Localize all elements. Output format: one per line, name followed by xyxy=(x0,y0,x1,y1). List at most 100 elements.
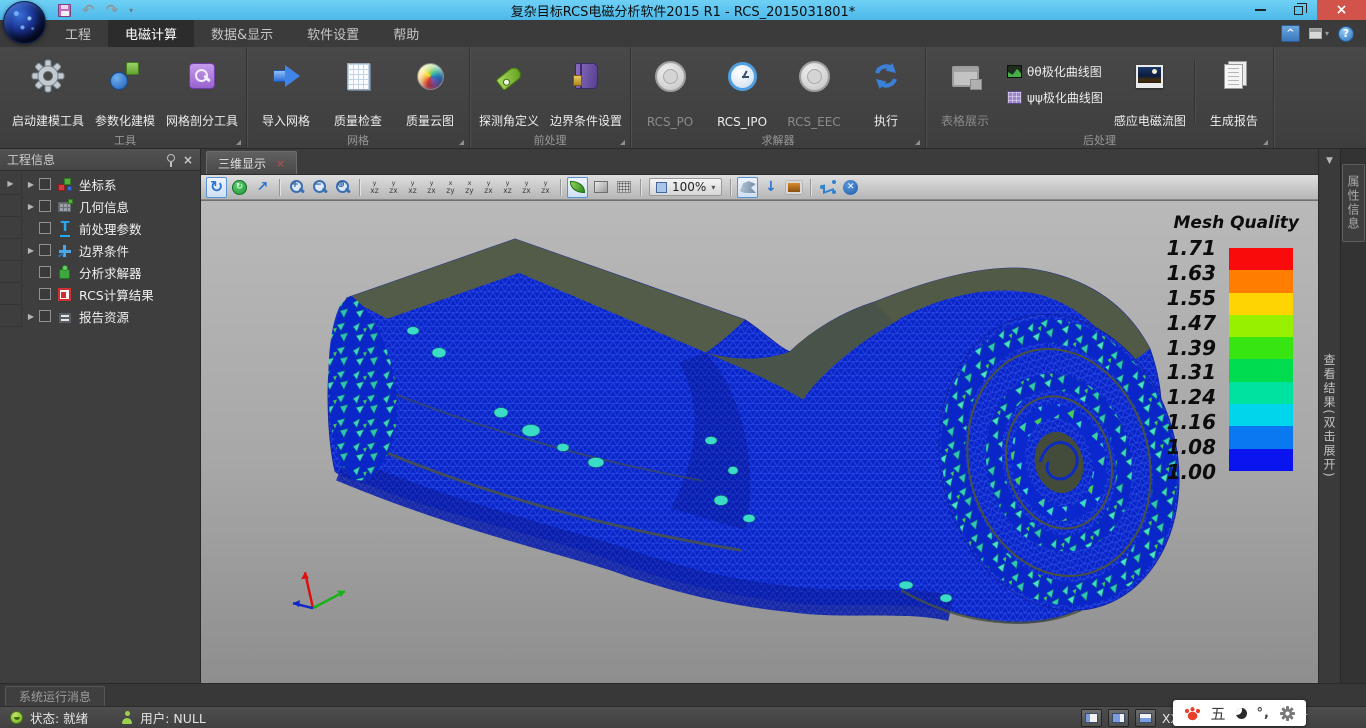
view-preset-button-4[interactable]: yzx xyxy=(423,178,440,197)
ime-mode-label[interactable]: 五 xyxy=(1211,703,1226,724)
tree-item-boundary-conditions[interactable]: ▶ 边界条件 xyxy=(0,239,200,261)
property-info-tab[interactable]: 属性信息 xyxy=(1342,164,1365,242)
boundary-condition-button[interactable]: 边界条件设置 xyxy=(545,52,627,131)
tree-checkbox[interactable] xyxy=(39,200,51,212)
execute-button[interactable]: 执行 xyxy=(850,52,922,131)
view-preset-button-2[interactable]: yzx xyxy=(385,178,402,197)
zoom-out-button[interactable]: − xyxy=(309,177,330,198)
tab-close-icon[interactable]: × xyxy=(276,157,285,170)
tree-item-analysis-solver[interactable]: 分析求解器 xyxy=(0,261,200,283)
dialog-launcher-icon[interactable] xyxy=(236,140,241,145)
zoom-level-select[interactable]: 100% ▾ xyxy=(649,178,722,196)
import-mesh-button[interactable]: 导入网格 xyxy=(250,52,322,131)
quick-access-dropdown-icon[interactable]: ▾ xyxy=(129,6,133,15)
gear-icon xyxy=(31,55,65,97)
clip-view-button[interactable] xyxy=(737,177,758,198)
help-button[interactable]: ? xyxy=(1338,26,1354,42)
layout-bottom-panel-button[interactable] xyxy=(1135,709,1156,727)
smooth-shading-button[interactable] xyxy=(567,177,588,198)
probe-angle-button[interactable]: 探测角定义 xyxy=(473,52,545,131)
minimize-button[interactable] xyxy=(1241,0,1279,20)
view-preset-button-5[interactable]: xzy xyxy=(442,178,459,197)
expander-icon[interactable]: ▶ xyxy=(24,312,38,321)
tree-checkbox[interactable] xyxy=(39,222,51,234)
induced-current-map-button[interactable]: 感应电磁流图 xyxy=(1109,52,1191,131)
dialog-launcher-icon[interactable] xyxy=(1263,140,1268,145)
dialog-launcher-icon[interactable] xyxy=(459,140,464,145)
pin-icon[interactable] xyxy=(167,154,175,162)
parametric-modeling-button[interactable]: 参数化建模 xyxy=(89,52,161,131)
export-down-button[interactable]: ↓ xyxy=(760,177,781,198)
tree-item-rcs-results[interactable]: RCS计算结果 xyxy=(0,283,200,305)
view-preset-button-10[interactable]: yzx xyxy=(537,178,554,197)
rotate-tool-button[interactable]: ↻ xyxy=(206,177,227,198)
tree-checkbox[interactable] xyxy=(39,244,51,256)
ime-gear-icon[interactable] xyxy=(1280,706,1295,721)
view-preset-button-9[interactable]: yzx xyxy=(518,178,535,197)
photo-icon xyxy=(1136,55,1163,97)
chevron-down-icon[interactable]: ▼ xyxy=(1326,156,1333,166)
tab-3d-display[interactable]: 三维显示 × xyxy=(206,151,297,174)
menu-tab-project[interactable]: 工程 xyxy=(48,20,108,47)
tree-checkbox[interactable] xyxy=(39,288,51,300)
results-collapsed-panel[interactable]: ▼ 查看结果(双击展开) xyxy=(1318,149,1340,683)
snapshot-button[interactable] xyxy=(783,177,804,198)
polarization-buttons-stack: θθ极化曲线图 ψψ极化曲线图 xyxy=(1001,52,1109,131)
tree-item-geometry-info[interactable]: ▶ 几何信息 xyxy=(0,195,200,217)
undo-icon[interactable]: ↶ xyxy=(82,3,95,18)
menu-tab-software-settings[interactable]: 软件设置 xyxy=(290,20,376,47)
mesh-partition-tool-button[interactable]: 网格剖分工具 xyxy=(161,52,243,131)
close-button[interactable]: × xyxy=(1317,0,1366,20)
theta-polarization-curve-button[interactable]: θθ极化曲线图 xyxy=(1007,63,1103,80)
solver-rcs-ipo-button[interactable]: RCS_IPO xyxy=(706,52,778,131)
tree-checkbox[interactable] xyxy=(39,178,51,190)
psi-polarization-curve-button[interactable]: ψψ极化曲线图 xyxy=(1007,89,1103,106)
layout-wide-panel-button[interactable] xyxy=(1108,709,1129,727)
project-panel-header: 工程信息 × xyxy=(0,149,200,171)
view-preset-button-8[interactable]: yxz xyxy=(499,178,516,197)
menu-tab-data-display[interactable]: 数据&显示 xyxy=(194,20,290,47)
app-logo-orb[interactable] xyxy=(3,1,46,44)
generate-report-button[interactable]: 生成报告 xyxy=(1198,52,1270,131)
tree-checkbox[interactable] xyxy=(39,266,51,278)
expander-icon[interactable]: ▶ xyxy=(24,246,38,255)
refresh-view-button[interactable]: ↻ xyxy=(229,177,250,198)
share-flow-button[interactable] xyxy=(817,177,838,198)
view-preset-button-6[interactable]: xzy xyxy=(461,178,478,197)
redo-icon[interactable]: ↷ xyxy=(106,3,119,18)
wireframe-button[interactable] xyxy=(613,177,634,198)
menu-tab-em-computation[interactable]: 电磁计算 xyxy=(108,20,194,47)
window-style-button[interactable]: ▾ xyxy=(1309,28,1329,39)
expander-icon[interactable]: ▶ xyxy=(24,202,38,211)
ime-paw-icon[interactable] xyxy=(1184,706,1201,721)
view-preset-button-7[interactable]: yzx xyxy=(480,178,497,197)
layout-left-panel-button[interactable] xyxy=(1081,709,1102,727)
panel-close-icon[interactable]: × xyxy=(183,154,193,166)
view-preset-button-3[interactable]: yxz xyxy=(404,178,421,197)
dialog-launcher-icon[interactable] xyxy=(915,140,920,145)
save-icon[interactable] xyxy=(58,4,71,17)
quality-check-button[interactable]: 质量检查 xyxy=(322,52,394,131)
viewport-toolbar: ↻ ↻ ↗ + − ⊕ yxz yzx yxz yzx xzy xzy yzx … xyxy=(201,175,1318,200)
zoom-fit-button[interactable]: ⊕ xyxy=(332,177,353,198)
dialog-launcher-icon[interactable] xyxy=(620,140,625,145)
flat-shading-button[interactable] xyxy=(590,177,611,198)
collapse-ribbon-button[interactable]: ^ xyxy=(1281,25,1300,42)
quality-contour-button[interactable]: 质量云图 xyxy=(394,52,466,131)
tree-checkbox[interactable] xyxy=(39,310,51,322)
pan-tool-button[interactable]: ↗ xyxy=(252,177,273,198)
view-preset-button-1[interactable]: yxz xyxy=(366,178,383,197)
system-messages-tab[interactable]: 系统运行消息 xyxy=(5,686,105,706)
ime-punctuation-icon[interactable]: °, xyxy=(1257,706,1270,721)
zoom-in-button[interactable]: + xyxy=(286,177,307,198)
menu-tab-help[interactable]: 帮助 xyxy=(376,20,436,47)
tree-item-coordinate-system[interactable]: ▶ ▶ 坐标系 xyxy=(0,173,200,195)
expander-icon[interactable]: ▶ xyxy=(24,180,38,189)
rainbow-sphere-icon xyxy=(417,55,444,97)
ime-moon-icon[interactable] xyxy=(1236,708,1247,719)
close-view-button[interactable]: ✕ xyxy=(840,177,861,198)
restore-button[interactable] xyxy=(1279,0,1317,20)
tree-item-report-resources[interactable]: ▶ 报告资源 xyxy=(0,305,200,327)
tree-item-preprocess-params[interactable]: T 前处理参数 xyxy=(0,217,200,239)
launch-modeling-tool-button[interactable]: 启动建模工具 xyxy=(7,52,89,131)
